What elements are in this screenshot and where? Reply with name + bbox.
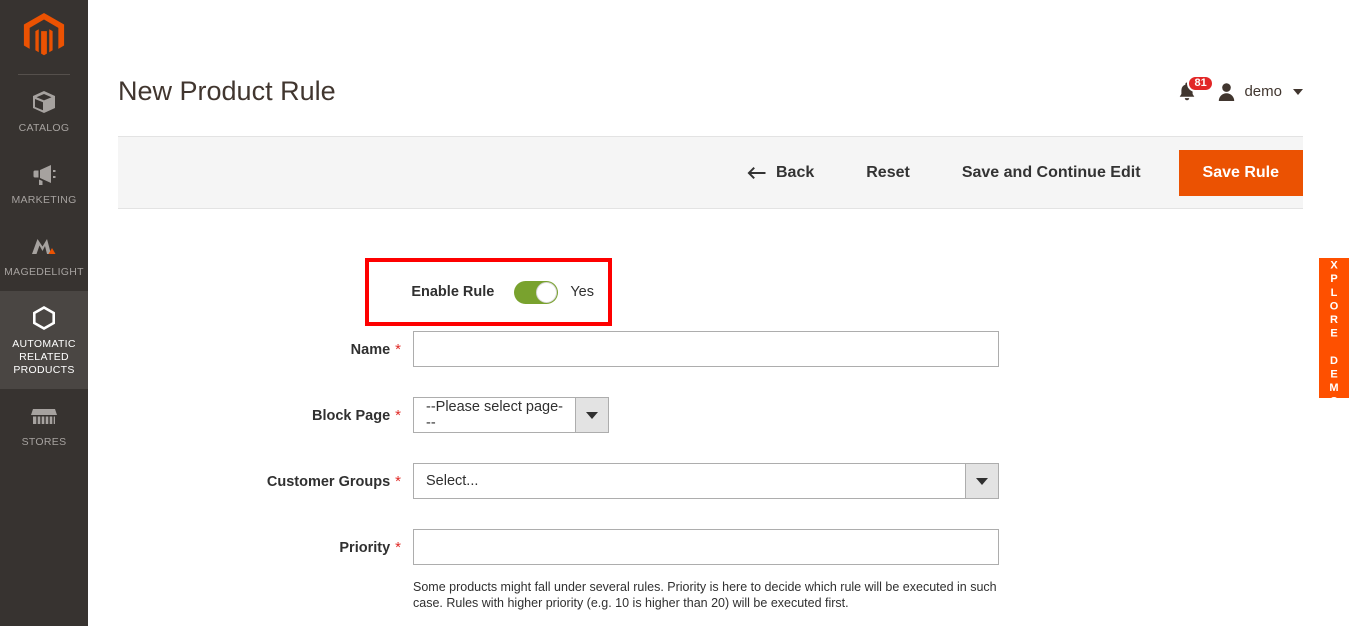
page-header: New Product Rule 81 demo <box>88 0 1349 136</box>
required-asterisk: * <box>395 341 401 358</box>
sidebar-item-catalog[interactable]: Catalog <box>0 75 88 147</box>
magento-logo-icon <box>23 13 65 56</box>
explore-demo-tab[interactable]: EXPLORE DEMO <box>1319 246 1349 410</box>
sidebar-item-label: MageDelight <box>4 266 84 278</box>
priority-label-text: Priority <box>339 540 391 556</box>
reset-button[interactable]: Reset <box>840 150 936 196</box>
name-label-text: Name <box>350 342 391 358</box>
customer-groups-label-text: Customer Groups <box>266 474 391 490</box>
block-page-selected-value: --Please select page--- <box>413 397 575 433</box>
hexagon-icon <box>32 303 56 333</box>
user-name-label: demo <box>1244 83 1282 100</box>
enable-rule-label: Enable Rule <box>411 284 495 300</box>
sidebar-item-label: Stores <box>21 436 67 448</box>
page-title: New Product Rule <box>118 76 336 106</box>
block-page-label-text: Block Page <box>311 408 391 424</box>
notifications-button[interactable]: 81 <box>1178 75 1214 101</box>
sidebar: Catalog Marketing MageDelight <box>0 0 88 626</box>
block-page-label: Block Page * <box>88 397 413 435</box>
note-spacer <box>88 595 413 621</box>
priority-note-row: Some products might fall under several r… <box>88 580 1349 621</box>
header-actions: 81 demo <box>1178 56 1303 101</box>
main-content: New Product Rule 81 demo Back Reset Save… <box>88 0 1349 626</box>
arrow-left-icon <box>747 166 766 179</box>
customer-groups-label: Customer Groups * <box>88 463 413 501</box>
required-asterisk: * <box>395 473 401 490</box>
priority-note: Some products might fall under several r… <box>413 580 997 610</box>
sidebar-item-label: Marketing <box>11 194 77 206</box>
notification-count-badge: 81 <box>1187 75 1214 92</box>
save-rule-button-label: Save Rule <box>1202 163 1279 181</box>
block-page-control: --Please select page--- <box>413 397 609 433</box>
form-row-name: Name * <box>88 331 1349 369</box>
enable-rule-highlight-box: Enable Rule Yes <box>365 258 612 326</box>
block-page-dropdown-button[interactable] <box>575 397 609 433</box>
rule-form: Name * Block Page * --Please select page--… <box>88 209 1349 621</box>
user-icon <box>1219 82 1235 101</box>
form-row-block-page: Block Page * --Please select page--- <box>88 397 1349 435</box>
required-asterisk: * <box>395 539 401 556</box>
enable-rule-toggle[interactable] <box>514 280 559 304</box>
user-menu[interactable]: demo <box>1218 82 1303 101</box>
reset-button-label: Reset <box>866 163 910 181</box>
back-button-label: Back <box>776 163 815 181</box>
form-row-priority: Priority * <box>88 529 1349 567</box>
box-icon <box>31 87 57 117</box>
form-row-customer-groups: Customer Groups * Select... <box>88 463 1349 501</box>
sidebar-item-label: Catalog <box>18 122 70 134</box>
chevron-down-icon <box>1293 88 1303 95</box>
sidebar-item-magedelight[interactable]: MageDelight <box>0 219 88 291</box>
enable-rule-state-text: Yes <box>570 284 594 300</box>
save-rule-button[interactable]: Save Rule <box>1178 149 1303 196</box>
required-asterisk: * <box>395 407 401 424</box>
priority-input[interactable] <box>413 529 999 565</box>
save-and-continue-edit-label: Save and Continue Edit <box>961 163 1141 181</box>
customer-groups-selected-value: Select... <box>413 463 965 499</box>
name-input[interactable] <box>413 331 999 367</box>
sidebar-item-label: Automatic Related Products <box>12 338 76 376</box>
customer-groups-select[interactable]: Select... <box>413 463 999 499</box>
caret-down-icon <box>976 477 988 485</box>
page-actions-toolbar: Back Reset Save and Continue Edit Save R… <box>118 136 1303 209</box>
customer-groups-dropdown-button[interactable] <box>965 463 999 499</box>
name-control <box>413 331 999 367</box>
megaphone-icon <box>31 159 57 189</box>
back-button[interactable]: Back <box>723 150 840 196</box>
enable-rule-row: Enable Rule Yes <box>369 280 608 304</box>
toggle-knob <box>536 281 558 303</box>
sidebar-item-automatic-related-products[interactable]: Automatic Related Products <box>0 291 88 389</box>
priority-control <box>413 529 999 565</box>
block-page-select[interactable]: --Please select page--- <box>413 397 609 433</box>
storefront-icon <box>30 401 58 431</box>
sidebar-item-marketing[interactable]: Marketing <box>0 147 88 219</box>
priority-label: Priority * <box>88 529 413 567</box>
explore-demo-label: EXPLORE DEMO <box>1328 246 1340 410</box>
customer-groups-control: Select... <box>413 463 999 499</box>
name-label: Name * <box>88 331 413 369</box>
sidebar-item-stores[interactable]: Stores <box>0 389 88 461</box>
save-and-continue-edit-button[interactable]: Save and Continue Edit <box>936 150 1167 196</box>
magento-admin-page: Catalog Marketing MageDelight <box>0 0 1349 626</box>
enable-rule-spacer <box>88 255 1349 331</box>
magedelight-icon <box>30 231 58 261</box>
magento-logo[interactable] <box>0 0 88 70</box>
caret-down-icon <box>586 411 598 419</box>
